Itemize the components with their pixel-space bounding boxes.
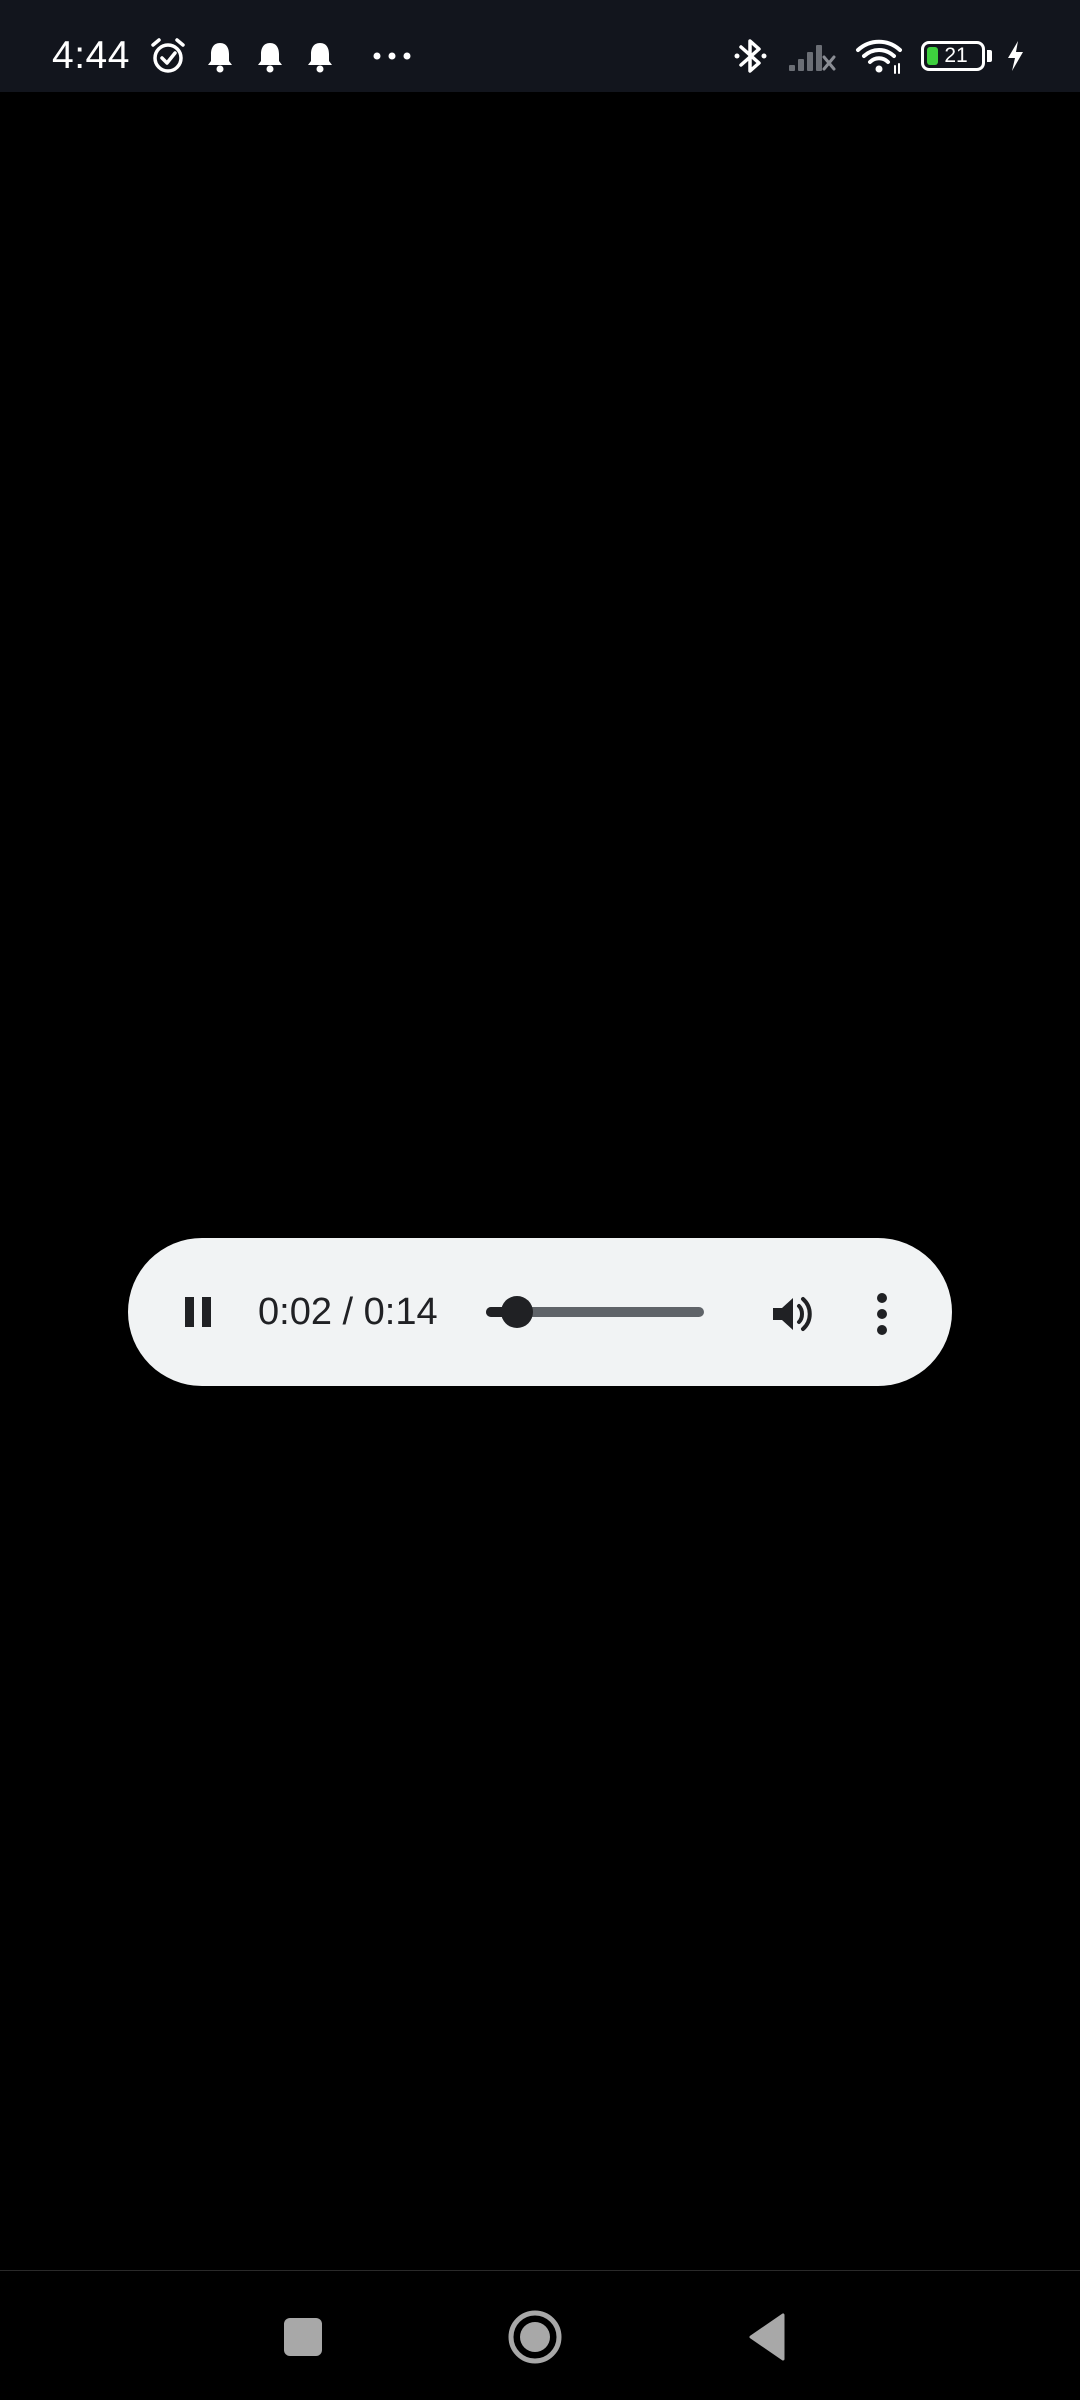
- status-left: 4:44: [52, 0, 412, 112]
- more-notifications-icon: [372, 50, 412, 62]
- more-options-icon: [877, 1293, 887, 1335]
- volume-icon: [773, 1297, 812, 1331]
- seek-slider[interactable]: [486, 1296, 704, 1328]
- navigation-bar: [0, 2270, 1080, 2400]
- seek-thumb[interactable]: [501, 1296, 534, 1328]
- home-icon: [508, 2310, 562, 2364]
- more-options-button[interactable]: [862, 1284, 902, 1344]
- notification-bell-icon: [302, 38, 338, 74]
- alarm-icon: [148, 36, 188, 76]
- notification-bell-icon: [252, 38, 288, 74]
- status-right: 21: [733, 0, 1026, 112]
- pause-button[interactable]: [168, 1282, 228, 1342]
- wifi-icon: [855, 38, 903, 74]
- home-button[interactable]: [499, 2301, 571, 2373]
- back-button[interactable]: [733, 2301, 805, 2373]
- screen: 4:44 21 0:02 / 0:14: [0, 0, 1080, 2400]
- bluetooth-icon: [733, 36, 769, 76]
- charging-icon: [1004, 39, 1026, 73]
- battery-group: 21: [921, 41, 992, 71]
- status-bar: 4:44 21: [0, 0, 1080, 92]
- recents-button[interactable]: [267, 2301, 339, 2373]
- battery-tip: [987, 50, 992, 62]
- status-time: 4:44: [52, 34, 130, 77]
- pause-icon: [185, 1297, 211, 1327]
- time-display: 0:02 / 0:14: [258, 1290, 438, 1333]
- recents-icon: [284, 2318, 322, 2356]
- battery-icon: 21: [921, 41, 985, 71]
- battery-level-text: 21: [944, 44, 968, 67]
- back-icon: [749, 2313, 785, 2361]
- volume-button[interactable]: [762, 1284, 822, 1344]
- notification-bell-icon: [202, 38, 238, 74]
- cellular-no-signal-icon: [787, 39, 837, 73]
